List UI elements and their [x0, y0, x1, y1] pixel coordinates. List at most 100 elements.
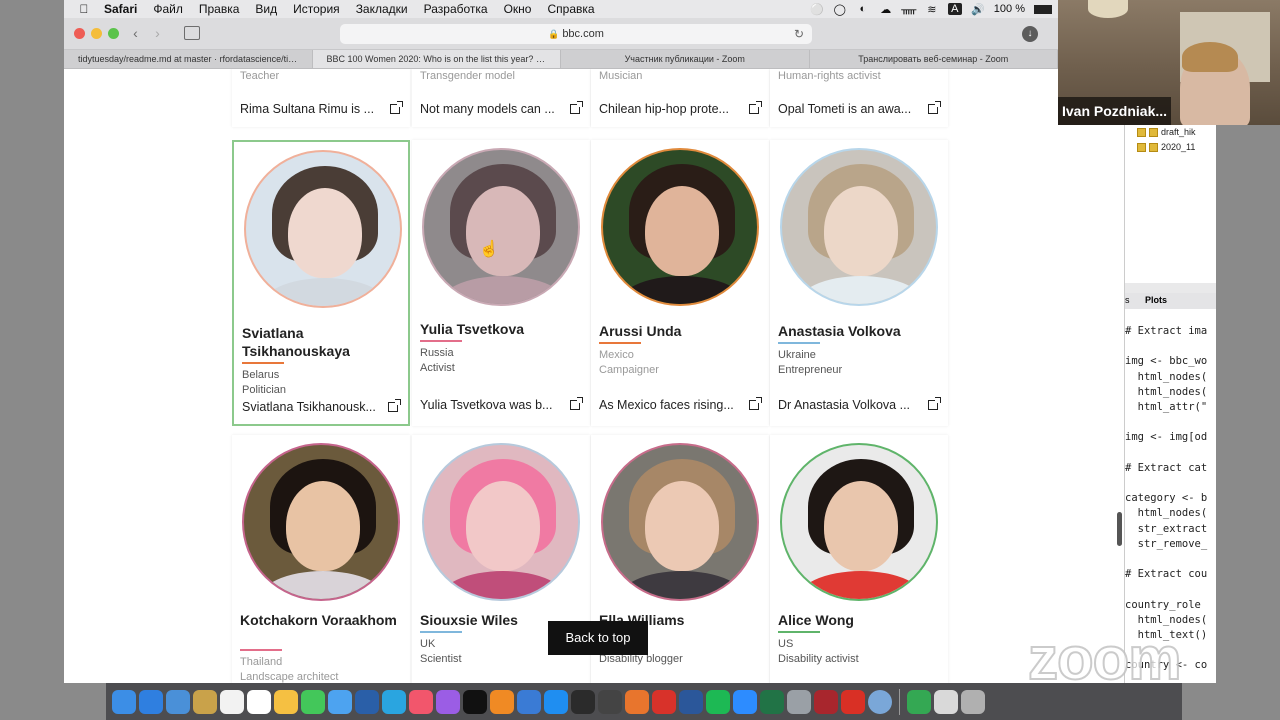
profile-card[interactable]: Sviatlana Tsikhanouskaya Belarus Politicia… — [232, 140, 410, 426]
menu-develop[interactable]: Разработка — [416, 2, 496, 16]
profile-name[interactable]: Arussi Unda — [599, 322, 767, 340]
external-link-icon[interactable] — [390, 101, 403, 114]
external-link-icon[interactable] — [570, 101, 583, 114]
dock-chrome-icon[interactable] — [907, 689, 931, 714]
profile-photo[interactable] — [601, 148, 759, 306]
sidebar-toggle-icon[interactable] — [184, 26, 200, 40]
menu-window[interactable]: Окно — [496, 2, 540, 16]
speedometer-icon[interactable]: ◐ — [856, 3, 870, 15]
dock-activity-icon[interactable] — [598, 689, 622, 714]
profile-name[interactable]: Yulia Tsvetkova — [420, 320, 588, 338]
dock-tv-icon[interactable] — [463, 689, 487, 714]
dock-app store-icon[interactable] — [544, 689, 568, 714]
keyboard-layout-icon[interactable]: A — [947, 3, 962, 15]
dock-safari-icon[interactable] — [139, 689, 163, 714]
dock-calendar-icon[interactable] — [220, 689, 244, 714]
volume-icon[interactable]: 🔊 — [971, 3, 985, 16]
address-bar[interactable]: 🔒 bbc.com ↻ — [340, 24, 812, 44]
menu-bookmarks[interactable]: Закладки — [348, 2, 416, 16]
menu-history[interactable]: История — [285, 2, 348, 16]
profile-name[interactable]: Anastasia Volkova — [778, 322, 946, 340]
dock-trash-icon[interactable] — [961, 689, 985, 714]
dock-network-icon[interactable] — [517, 689, 541, 714]
profile-card[interactable]: Musician Chilean hip-hop prote... — [591, 69, 769, 127]
dock-word-icon[interactable] — [679, 689, 703, 714]
dock-mail-icon[interactable] — [328, 689, 352, 714]
profile-photo[interactable] — [780, 443, 938, 601]
external-link-icon[interactable] — [928, 397, 941, 410]
profile-name[interactable]: Sviatlana Tsikhanouskaya — [242, 324, 410, 360]
profile-photo[interactable] — [242, 443, 400, 601]
menu-file[interactable]: Файл — [145, 2, 191, 16]
menu-app-safari[interactable]: Safari — [96, 2, 145, 16]
profile-photo[interactable] — [422, 443, 580, 601]
external-link-icon[interactable] — [570, 397, 583, 410]
tab-tidytuesday[interactable]: tidytuesday/readme.md at master · rforda… — [64, 50, 313, 68]
dock-acrobat-icon[interactable] — [652, 689, 676, 714]
dock-books-icon[interactable] — [490, 689, 514, 714]
minimize-window-icon[interactable] — [91, 28, 102, 39]
wifi-icon[interactable]: ≋ — [925, 3, 939, 16]
dock-preview2-icon[interactable] — [868, 689, 892, 714]
dock-excel-icon[interactable] — [760, 689, 784, 714]
apple-icon[interactable]:  — [72, 2, 96, 16]
dock-window-icon[interactable] — [787, 689, 811, 714]
zoom-window-icon[interactable] — [108, 28, 119, 39]
file-row[interactable]: 2020_11 — [1137, 142, 1195, 152]
close-window-icon[interactable] — [74, 28, 85, 39]
profile-photo[interactable] — [780, 148, 938, 306]
profile-card[interactable]: Kotchakorn Voraakhom Thailand Landscape ar… — [232, 435, 410, 683]
dock-mendeley-icon[interactable] — [814, 689, 838, 714]
dock-music-icon[interactable] — [409, 689, 433, 714]
scrollbar-thumb[interactable] — [1117, 512, 1122, 546]
dock-zoom-icon[interactable] — [733, 689, 757, 714]
back-arrow-icon[interactable]: ‹ — [126, 25, 145, 43]
reload-icon[interactable]: ↻ — [794, 24, 804, 44]
profile-card[interactable]: Teacher Rima Sultana Rimu is ... — [232, 69, 410, 127]
dock-podcasts-icon[interactable] — [436, 689, 460, 714]
file-row[interactable]: draft_hik — [1137, 127, 1196, 137]
dock-messages-icon[interactable] — [301, 689, 325, 714]
menu-help[interactable]: Справка — [539, 2, 602, 16]
forward-arrow-icon[interactable]: › — [148, 25, 167, 43]
profile-photo[interactable] — [244, 150, 402, 308]
tab-viewer[interactable]: s — [1125, 295, 1130, 305]
external-link-icon[interactable] — [928, 101, 941, 114]
menu-edit[interactable]: Правка — [191, 2, 248, 16]
bluetooth-icon[interactable]: ᚅ — [901, 3, 916, 16]
tab-zoom-webinar[interactable]: Транслировать веб-семинар - Zoom — [810, 50, 1058, 68]
record-icon[interactable]: ◯ — [833, 3, 847, 16]
dock-r-icon[interactable] — [355, 689, 379, 714]
dock-files-icon[interactable] — [934, 689, 958, 714]
profile-photo[interactable] — [601, 443, 759, 601]
cloud-icon[interactable]: ☁ — [879, 3, 893, 16]
dock-preview-icon[interactable] — [166, 689, 190, 714]
shield-icon[interactable]: ⚪ — [810, 3, 824, 16]
profile-card[interactable]: Anastasia Volkova Ukraine Entrepreneur Dr A… — [770, 140, 948, 426]
dock-photos-icon[interactable] — [274, 689, 298, 714]
profile-card[interactable]: Transgender model Not many models can ... — [412, 69, 590, 127]
external-link-icon[interactable] — [749, 397, 762, 410]
profile-card[interactable]: Arussi Unda Mexico Campaigner As Mexico fac… — [591, 140, 769, 426]
profile-name[interactable]: Kotchakorn Voraakhom — [240, 611, 408, 629]
dock-spotify-icon[interactable] — [706, 689, 730, 714]
battery-icon[interactable] — [1034, 4, 1052, 14]
profile-card[interactable]: Human-rights activist Opal Tometi is an a… — [770, 69, 948, 127]
profile-card[interactable]: Alice Wong US Disability activist — [770, 435, 948, 683]
tab-plots[interactable]: Plots — [1145, 295, 1167, 305]
external-link-icon[interactable] — [388, 399, 401, 412]
dock-terminal-icon[interactable] — [571, 689, 595, 714]
dock-telegram-icon[interactable] — [382, 689, 406, 714]
dock-matlab-icon[interactable] — [625, 689, 649, 714]
tab-bbc-100-women[interactable]: BBC 100 Women 2020: Who is on the list t… — [312, 50, 561, 68]
dock-reminders-icon[interactable] — [247, 689, 271, 714]
dock-finder-icon[interactable] — [112, 689, 136, 714]
dock-record-icon[interactable] — [841, 689, 865, 714]
menu-view[interactable]: Вид — [247, 2, 285, 16]
webcam-video[interactable]: Ivan Pozdniak... — [1058, 0, 1280, 125]
dock-notes-icon[interactable] — [193, 689, 217, 714]
profile-photo[interactable] — [422, 148, 580, 306]
tab-zoom-participant[interactable]: Участник публикации - Zoom — [561, 50, 810, 68]
profile-name[interactable]: Alice Wong — [778, 611, 946, 629]
download-icon[interactable]: ↓ — [1022, 26, 1038, 42]
